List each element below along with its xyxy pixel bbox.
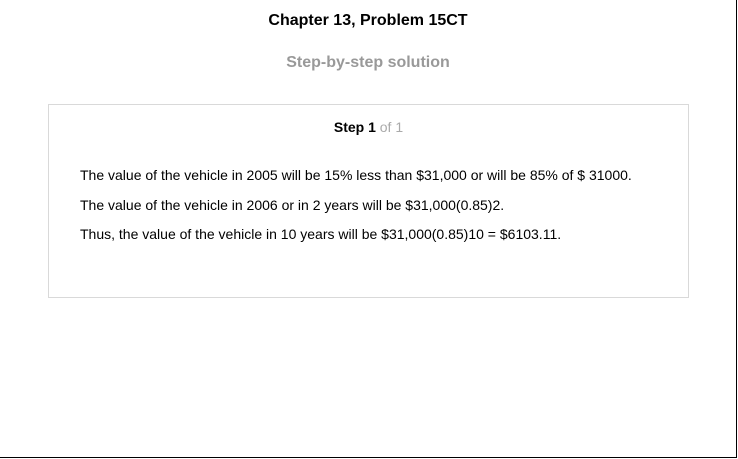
step-card: Step 1 of 1 The value of the vehicle in … (48, 104, 689, 298)
step-header: Step 1 of 1 (49, 119, 688, 135)
solution-line-1: The value of the vehicle in 2005 will be… (80, 167, 632, 183)
step-label: Step 1 (333, 119, 376, 135)
page-title: Chapter 13, Problem 15CT (268, 12, 468, 29)
page-frame: Chapter 13, Problem 15CT Step-by-step so… (0, 0, 737, 458)
solution-subtitle: Step-by-step solution (286, 54, 450, 71)
solution-line-3: Thus, the value of the vehicle in 10 yea… (80, 226, 562, 242)
solution-line-2: The value of the vehicle in 2006 or in 2… (80, 197, 505, 213)
step-count: of 1 (375, 119, 404, 135)
